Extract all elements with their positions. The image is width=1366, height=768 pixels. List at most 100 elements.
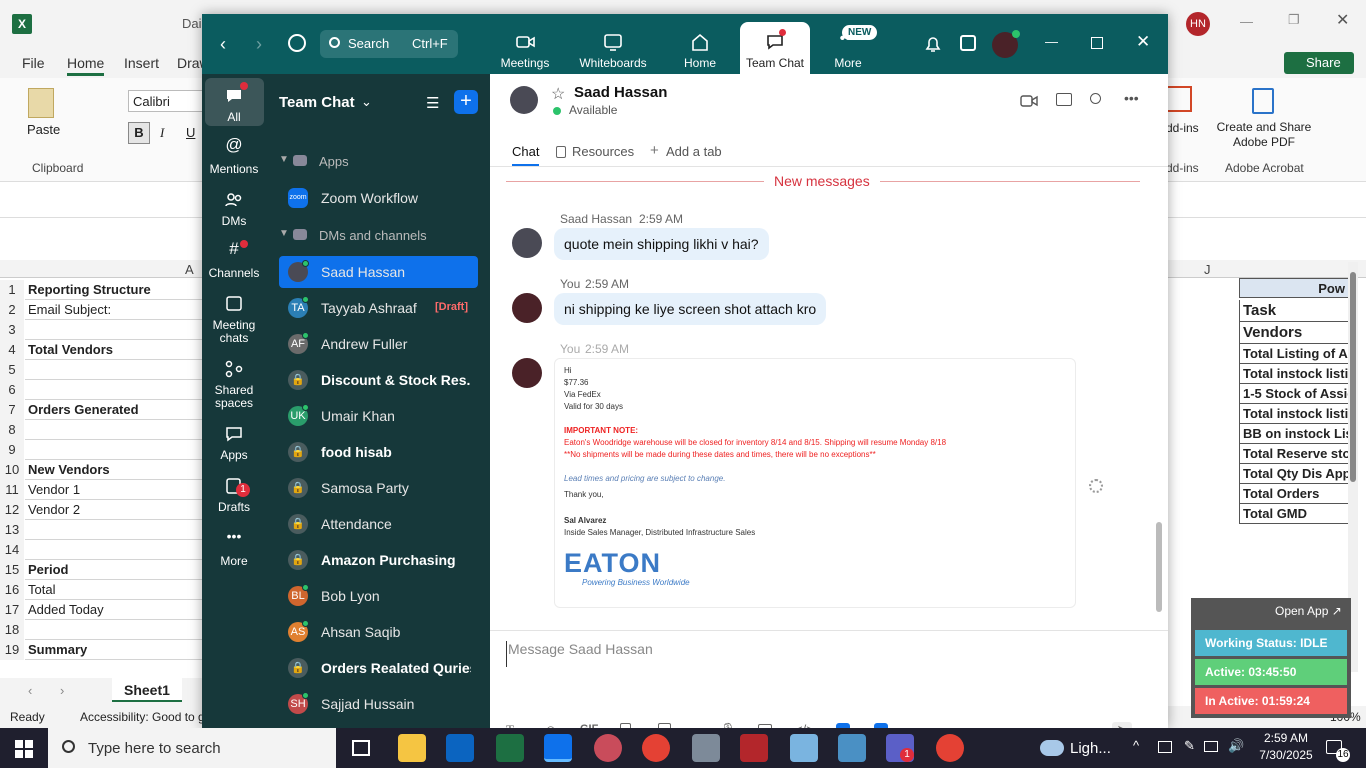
chat-scrollbar[interactable] [1156, 522, 1162, 612]
cell[interactable]: Task [1239, 300, 1349, 322]
back-icon[interactable]: ‹ [220, 34, 226, 55]
tab-resources[interactable]: Resources [572, 144, 634, 159]
cell-a[interactable]: Vendor 1 [25, 480, 205, 500]
list-item-contact[interactable]: BL Bob Lyon [279, 580, 478, 612]
font-name-box[interactable]: Calibri [128, 90, 203, 112]
list-item-contact[interactable]: 🔒 Samosa Party [279, 472, 478, 504]
new-chat-button[interactable]: + [454, 90, 478, 114]
forward-icon[interactable]: › [256, 34, 262, 55]
app-icon[interactable] [838, 734, 866, 762]
snipping-icon[interactable] [594, 734, 622, 762]
close-icon[interactable]: ✕ [1336, 10, 1349, 30]
apps-section-chevron-icon[interactable]: ▼ [279, 154, 289, 165]
chrome-icon[interactable] [642, 734, 670, 762]
cell[interactable]: Vendors [1239, 322, 1349, 344]
bold-button[interactable]: B [128, 122, 150, 144]
cell-a[interactable]: Email Subject: [25, 300, 205, 320]
calculator-icon[interactable] [692, 734, 720, 762]
rail-item-dms[interactable]: DMs [204, 190, 264, 228]
image-attachment[interactable]: Hi $77.36 Via FedEx Valid for 30 days IM… [554, 358, 1076, 608]
cell[interactable]: Total Listing of A [1239, 344, 1349, 364]
search-icon[interactable] [1090, 93, 1101, 104]
paste-button[interactable]: Paste [27, 122, 60, 137]
team-chat-title[interactable]: Team Chat [279, 94, 355, 111]
adobe-pdf-icon[interactable] [1252, 88, 1274, 114]
scroll-right-icon[interactable]: › [60, 683, 64, 698]
cell[interactable]: Total Qty Dis App [1239, 464, 1349, 484]
scrollbar-thumb[interactable] [1350, 272, 1356, 482]
tab-insert[interactable]: Insert [124, 55, 159, 71]
video-call-icon[interactable] [1020, 94, 1038, 108]
cell-a[interactable] [25, 360, 205, 380]
list-item-contact[interactable]: UK Umair Khan [279, 400, 478, 432]
dms-section-chevron-icon[interactable]: ▼ [279, 228, 289, 239]
cell-a[interactable]: New Vendors [25, 460, 205, 480]
tab-home[interactable]: Home [67, 55, 105, 76]
underline-button[interactable]: U [186, 125, 195, 140]
tab-file[interactable]: File [22, 55, 45, 71]
italic-button[interactable]: I [160, 125, 164, 141]
message-sender[interactable]: You [560, 342, 580, 356]
sender-avatar[interactable] [512, 358, 542, 388]
close-icon[interactable]: ✕ [1136, 32, 1150, 52]
taskbar-search[interactable]: Type here to search [48, 728, 336, 768]
message-sender[interactable]: Saad Hassan [560, 212, 632, 226]
row-header[interactable]: 14 [0, 540, 24, 560]
cell-header[interactable]: Pow [1239, 278, 1349, 298]
cell-a[interactable] [25, 520, 205, 540]
clock-time[interactable]: 2:59 AM [1256, 731, 1316, 745]
apps-section-label[interactable]: Apps [319, 154, 349, 169]
scroll-left-icon[interactable]: ‹ [28, 683, 32, 698]
task-view-icon[interactable] [352, 740, 370, 756]
cell-a[interactable] [25, 320, 205, 340]
rail-item-apps[interactable]: Apps [204, 424, 264, 462]
weather-icon[interactable] [1040, 740, 1064, 756]
sender-avatar[interactable] [512, 228, 542, 258]
cell-a[interactable] [25, 440, 205, 460]
row-header[interactable]: 16 [0, 580, 24, 600]
cell[interactable]: Total instock listi [1239, 404, 1349, 424]
row-header[interactable]: 18 [0, 620, 24, 640]
list-item-contact[interactable]: TA Tayyab Ashraaf [Draft] [279, 292, 478, 324]
cell-a[interactable] [25, 540, 205, 560]
message-bubble[interactable]: ni shipping ke liye screen shot attach k… [554, 293, 827, 325]
cell-a[interactable]: Total [25, 580, 205, 600]
tab-whiteboards[interactable]: Whiteboards [574, 32, 652, 70]
list-item-contact[interactable]: 🔒 Amazon Purchasing [279, 544, 478, 576]
search-box[interactable]: Search Ctrl+F [320, 30, 458, 58]
col-header-a[interactable]: A [185, 262, 194, 277]
cell[interactable]: Total Orders [1239, 484, 1349, 504]
rail-item-channels[interactable]: # Channels [204, 240, 264, 280]
tab-add-a-tab[interactable]: Add a tab [666, 144, 722, 159]
cell-a[interactable]: Orders Generated [25, 400, 205, 420]
cell-a[interactable]: Summary [25, 640, 205, 660]
star-icon[interactable]: ☆ [551, 84, 565, 104]
list-item-contact[interactable]: 🔒 Attendance [279, 508, 478, 540]
cell-a[interactable]: Vendor 2 [25, 500, 205, 520]
row-header[interactable]: 2 [0, 300, 24, 320]
row-header[interactable]: 17 [0, 600, 24, 620]
chrome-icon[interactable] [936, 734, 964, 762]
more-options-icon[interactable]: ••• [1124, 90, 1139, 106]
weather-label[interactable]: Ligh... [1070, 740, 1111, 757]
create-adobe-pdf-button[interactable]: Create and Share Adobe PDF [1214, 120, 1314, 150]
row-header[interactable]: 13 [0, 520, 24, 540]
paste-icon[interactable] [28, 88, 54, 118]
list-item-contact[interactable]: AS Ahsan Saqib [279, 616, 478, 648]
row-header[interactable]: 11 [0, 480, 24, 500]
tab-home[interactable]: Home [662, 32, 738, 70]
cell-a[interactable]: Period [25, 560, 205, 580]
windows-start-icon[interactable] [15, 740, 33, 758]
list-item-contact[interactable]: Saad Hassan [279, 256, 478, 288]
addins-icon[interactable] [1166, 86, 1192, 112]
list-item-zoom-workflow[interactable]: zoom Zoom Workflow [279, 182, 478, 214]
message-bubble[interactable]: quote mein shipping likhi v hai? [554, 228, 769, 260]
row-header[interactable]: 4 [0, 340, 24, 360]
rail-item-mentions[interactable]: @ Mentions [204, 136, 264, 176]
chevron-down-icon[interactable]: ⌄ [361, 94, 372, 110]
cell[interactable]: BB on instock List [1239, 424, 1349, 444]
excel-icon[interactable] [496, 734, 524, 762]
file-explorer-icon[interactable] [398, 734, 426, 762]
tab-meetings[interactable]: Meetings [487, 32, 563, 70]
sheet-tab-sheet1[interactable]: Sheet1 [112, 678, 182, 702]
